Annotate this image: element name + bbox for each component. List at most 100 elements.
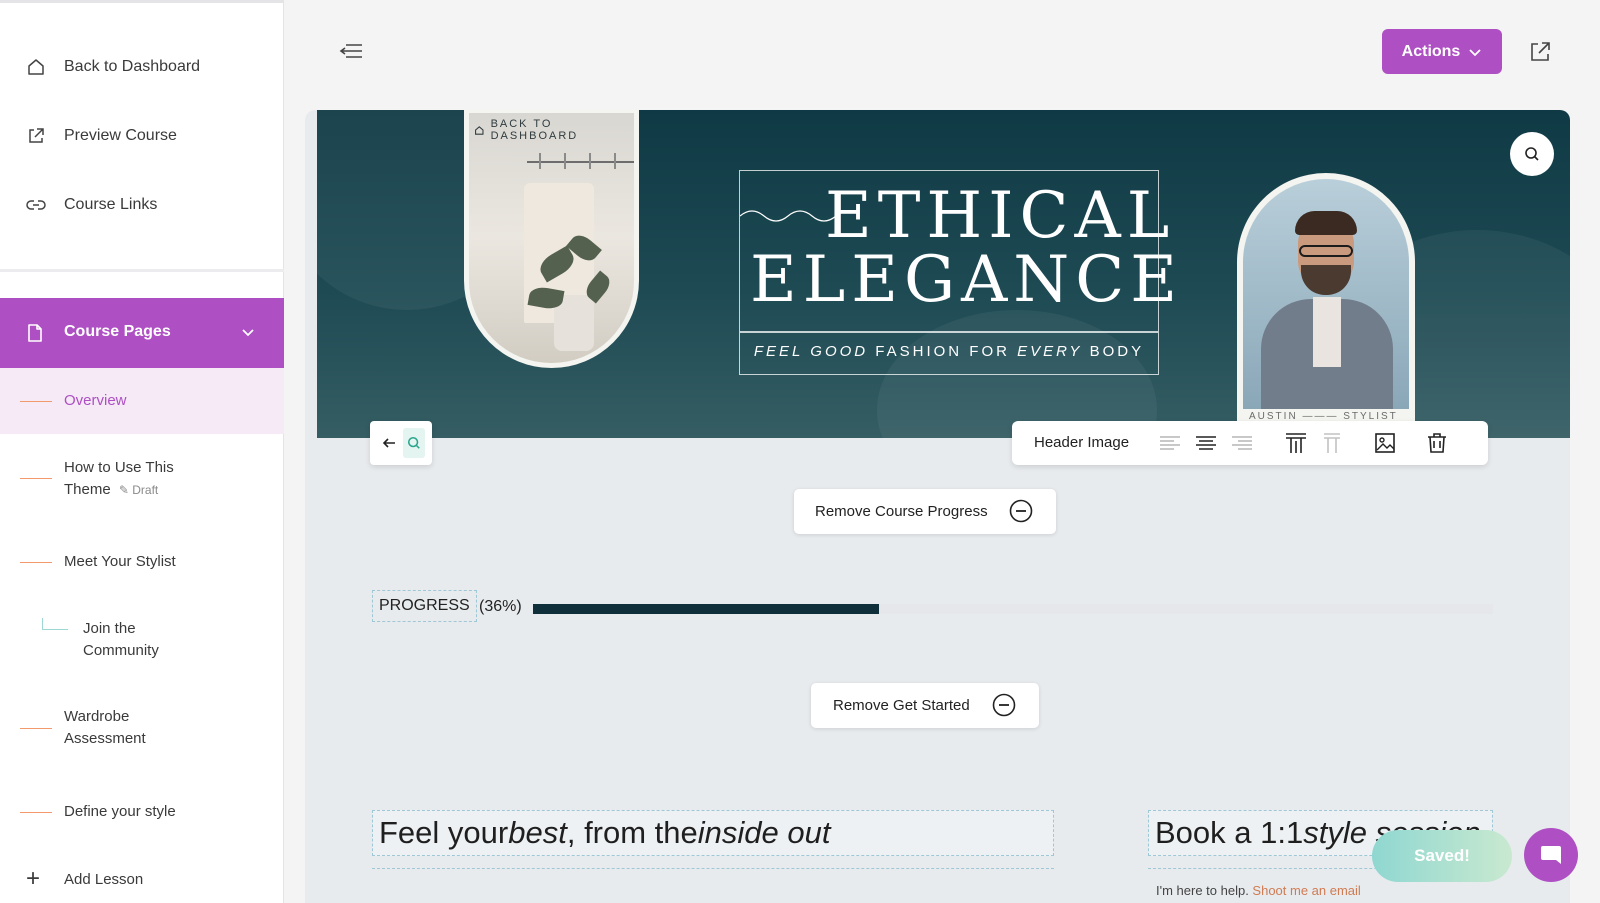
hero-subtitle: FEEL GOOD FASHION FOR EVERY BODY	[740, 343, 1158, 360]
lesson-dash	[20, 812, 52, 813]
section-label: Course Pages	[64, 323, 171, 340]
add-lesson-label: Add Lesson	[64, 871, 144, 888]
nav-label: Preview Course	[64, 127, 177, 144]
course-links-link[interactable]: Course Links	[0, 183, 284, 227]
content-text-left[interactable]	[372, 868, 1054, 903]
subtitle-part: FASHION FOR	[868, 343, 1018, 360]
draft-badge: ✎ Draft	[119, 483, 158, 497]
lesson-label: Define your style	[64, 803, 176, 820]
align-left-button[interactable]	[1158, 431, 1182, 455]
open-external-icon[interactable]	[1528, 40, 1552, 64]
align-right-icon	[1232, 436, 1252, 450]
chevron-down-icon	[1469, 48, 1481, 56]
collapse-menu-icon[interactable]	[338, 40, 364, 62]
chat-button[interactable]	[1524, 828, 1578, 882]
subtitle-part: FEEL GOOD	[753, 343, 869, 360]
lesson-define-your-style[interactable]: Define your style	[0, 801, 284, 831]
header-image-toolbar: Header Image	[1012, 421, 1488, 465]
remove-get-started-button[interactable]: Remove Get Started	[811, 683, 1039, 728]
search-toggle-button[interactable]	[402, 428, 425, 458]
mini-toolbar	[370, 421, 432, 465]
lesson-label: Wardrobe Assessment	[64, 706, 146, 750]
header-image[interactable]: BACK TO DASHBOARD ETHICAL ELEGANCE FEEL …	[317, 110, 1570, 438]
lesson-dash	[20, 401, 52, 402]
delete-image-button[interactable]	[1425, 431, 1449, 455]
hanger	[539, 153, 541, 169]
person-hair	[1295, 211, 1357, 235]
home-icon	[28, 59, 44, 75]
actions-button[interactable]: Actions	[1382, 29, 1502, 74]
person-shirt	[1313, 297, 1341, 367]
page-icon	[28, 324, 42, 342]
hero-title-line1: ETHICAL	[825, 179, 1176, 253]
lesson-meet-your-stylist[interactable]: Meet Your Stylist	[0, 551, 284, 581]
remove-course-progress-button[interactable]: Remove Course Progress	[794, 489, 1056, 534]
lesson-label: How to Use This Theme ✎ Draft	[64, 457, 174, 501]
lesson-how-to-use-theme[interactable]: How to Use This Theme ✎ Draft	[0, 455, 284, 509]
progress-bar	[533, 604, 1493, 614]
lesson-wardrobe-assessment[interactable]: Wardrobe Assessment	[0, 706, 284, 756]
chat-icon	[1541, 846, 1561, 864]
sidebar: Back to Dashboard Preview Course Course …	[0, 0, 284, 903]
search-icon	[1525, 147, 1539, 161]
hero-title-box: ETHICAL ELEGANCE FEEL GOOD FASHION FOR E…	[739, 170, 1177, 375]
title-separator	[740, 331, 1158, 333]
lesson-label-line1: Join the	[83, 620, 136, 637]
content-small-text: I'm here to help. Shoot me an email	[1156, 883, 1361, 898]
link-icon	[26, 200, 46, 210]
page-editor-canvas: BACK TO DASHBOARD ETHICAL ELEGANCE FEEL …	[305, 110, 1570, 903]
subtitle-part: EVERY	[1017, 343, 1083, 360]
column-short-icon	[1324, 433, 1340, 453]
stylist-photo-frame: AUSTIN ——— STYLIST	[1237, 173, 1415, 433]
heading-part: Feel your	[379, 815, 509, 850]
pill-label: Remove Get Started	[833, 697, 970, 714]
email-link[interactable]: Shoot me an email	[1252, 883, 1360, 898]
wardrobe-photo-frame: BACK TO DASHBOARD	[464, 110, 639, 368]
wardrobe-photo	[469, 113, 634, 363]
saved-status-button[interactable]: Saved!	[1372, 830, 1512, 882]
subtitle-part: BODY	[1082, 343, 1145, 360]
lesson-label-line1: Wardrobe	[64, 708, 130, 725]
align-center-button[interactable]	[1194, 431, 1218, 455]
back-to-dashboard-link[interactable]: Back to Dashboard	[0, 45, 284, 89]
hanger	[589, 153, 591, 169]
heading-part: , from the	[566, 815, 698, 850]
lesson-label: Meet Your Stylist	[64, 553, 176, 570]
lesson-label-line1: How to Use This	[64, 459, 174, 476]
short-height-button[interactable]	[1320, 431, 1344, 455]
sidebar-divider	[0, 269, 284, 272]
toolbar-title: Header Image	[1034, 434, 1130, 451]
clothing-rack	[527, 161, 634, 163]
progress-label: PROGRESS	[372, 590, 477, 622]
align-right-button[interactable]	[1230, 431, 1254, 455]
zoom-button[interactable]	[1510, 132, 1554, 176]
actions-label: Actions	[1401, 42, 1461, 60]
back-arrow-button[interactable]	[378, 428, 400, 458]
minus-circle-icon	[992, 693, 1016, 717]
content-heading-left[interactable]: Feel your best, from the inside out	[372, 810, 1054, 856]
arrow-left-icon	[382, 438, 395, 448]
align-left-icon	[1160, 436, 1180, 450]
change-image-button[interactable]	[1373, 431, 1397, 455]
course-pages-section[interactable]: Course Pages	[0, 298, 284, 368]
person-beard	[1301, 265, 1351, 295]
lesson-label: Overview	[64, 392, 127, 409]
nav-label: Back to Dashboard	[64, 58, 201, 75]
hero-back-to-dashboard-link[interactable]: BACK TO DASHBOARD	[474, 118, 639, 142]
heading-part: best	[508, 815, 567, 850]
lesson-label-line2: Assessment	[64, 730, 146, 747]
heading-part: inside out	[697, 815, 831, 850]
lesson-label: Join the Community	[83, 618, 159, 662]
hanger	[564, 153, 566, 169]
lesson-overview[interactable]: Overview	[0, 368, 284, 434]
text-part: I'm here to help.	[1156, 883, 1253, 898]
sub-lesson-connector	[42, 618, 68, 630]
lesson-join-community[interactable]: Join the Community	[0, 618, 284, 668]
plus-icon: +	[26, 865, 41, 892]
lesson-dash	[20, 562, 52, 563]
add-lesson-button[interactable]: + Add Lesson	[0, 865, 284, 895]
lesson-dash	[20, 728, 52, 729]
person-glasses	[1299, 245, 1353, 257]
full-height-button[interactable]	[1284, 431, 1308, 455]
preview-course-link[interactable]: Preview Course	[0, 114, 284, 158]
